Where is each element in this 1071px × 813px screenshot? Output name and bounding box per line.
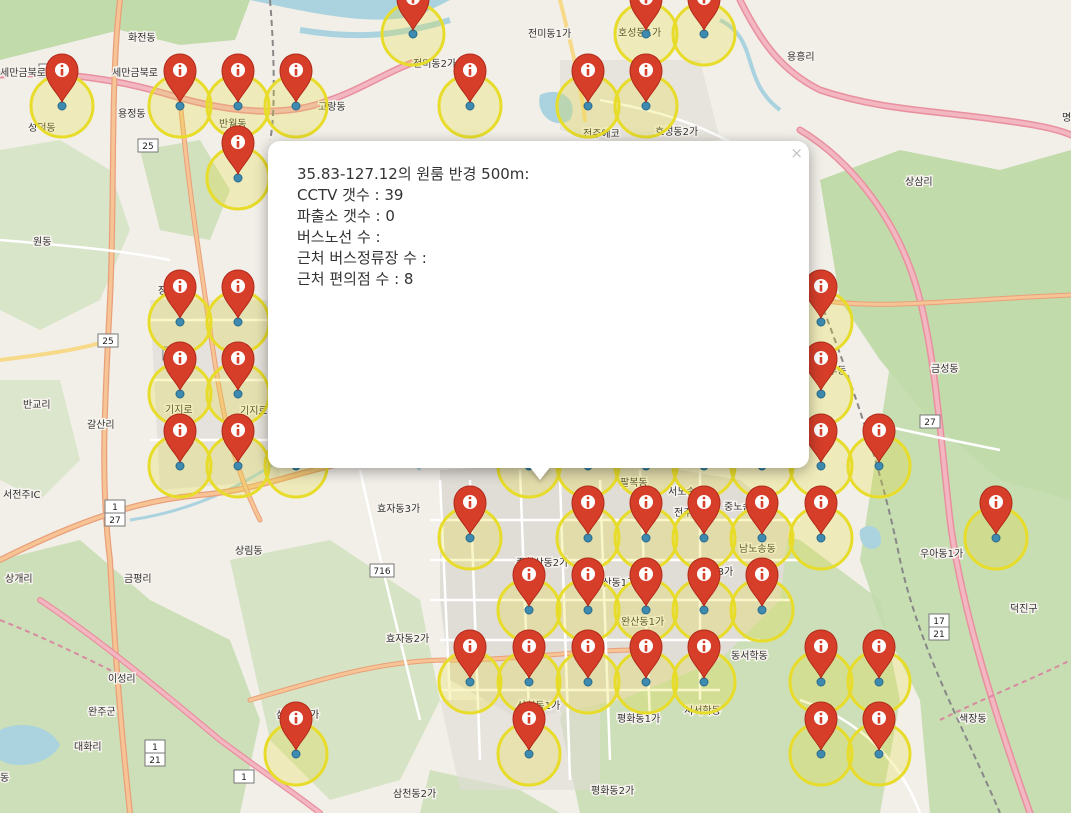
place-label: 상개리 <box>5 573 33 585</box>
place-label: 화전동 <box>128 32 156 44</box>
route-shield: 1 <box>104 499 126 514</box>
place-label: 명 <box>1062 112 1071 124</box>
svg-text:1: 1 <box>152 743 158 753</box>
place-label: 덕진구 <box>1010 603 1038 615</box>
place-label: 완주군 <box>88 706 116 718</box>
route-shield: 1 <box>233 769 255 784</box>
place-label: 상삼리 <box>905 176 933 188</box>
place-label: 동 <box>0 772 9 784</box>
place-label: 효자동3가 <box>377 503 420 515</box>
place-label: 우아동1가 <box>920 548 963 560</box>
place-label: 세만금북로 <box>112 67 158 79</box>
place-label: 서전주IC <box>3 489 41 501</box>
place-label: 삼천동2가 <box>393 788 436 800</box>
place-label: 효자동2가 <box>386 633 429 645</box>
route-shield: 25 <box>97 333 119 348</box>
popup-tip <box>529 466 551 480</box>
svg-text:17: 17 <box>933 617 944 627</box>
police-count: 파출소 갯수 : 0 <box>297 207 395 225</box>
route-shield: 25 <box>137 138 159 153</box>
svg-text:25: 25 <box>102 337 113 347</box>
place-label: 동서학동 <box>731 650 768 662</box>
svg-text:21: 21 <box>933 630 944 640</box>
route-shield: 21 <box>144 752 166 767</box>
place-label: 이성리 <box>108 673 136 685</box>
place-label: 갈산리 <box>87 418 115 431</box>
route-shield: 17 <box>928 613 950 628</box>
store-count: 근처 편의점 수 : 8 <box>297 270 414 288</box>
place-label: 금성동 <box>931 363 959 375</box>
place-label: 전미동1가 <box>528 28 571 40</box>
svg-text:27: 27 <box>109 516 120 526</box>
info-popup: × 35.83-127.12의 원룸 반경 500m: CCTV 갯수 : 39… <box>268 141 809 468</box>
popup-title: 35.83-127.12의 원룸 반경 500m: <box>297 165 530 183</box>
place-label: 용흥리 <box>787 50 815 63</box>
place-label: 금평리 <box>124 573 152 585</box>
place-label: 원동 <box>33 236 51 248</box>
route-shield: 21 <box>928 626 950 641</box>
svg-text:716: 716 <box>373 567 390 577</box>
place-label: 대화리 <box>74 741 102 753</box>
cctv-count: CCTV 갯수 : 39 <box>297 186 404 204</box>
place-label: 평화동1가 <box>617 713 660 725</box>
svg-text:25: 25 <box>142 142 153 152</box>
bus-stop-count: 근처 버스정류장 수 : <box>297 249 427 267</box>
route-shield: 27 <box>919 414 941 429</box>
place-label: 반교리 <box>23 399 51 411</box>
place-label: 상림동 <box>235 545 263 557</box>
popup-close-button[interactable]: × <box>790 143 803 163</box>
svg-text:1: 1 <box>241 773 247 783</box>
place-label: 용정동 <box>118 108 146 120</box>
place-label: 색장동 <box>959 713 987 725</box>
place-label: 세만금북로 <box>0 67 46 79</box>
route-shield: 1 <box>144 739 166 754</box>
svg-text:21: 21 <box>149 756 160 766</box>
route-shield: 27 <box>104 512 126 527</box>
route-shield: 716 <box>369 563 395 578</box>
bus-route-count: 버스노선 수 : <box>297 228 381 246</box>
svg-text:1: 1 <box>112 503 118 513</box>
place-label: 평화동2가 <box>591 785 634 797</box>
svg-text:27: 27 <box>924 418 935 428</box>
popup-content: 35.83-127.12의 원룸 반경 500m: CCTV 갯수 : 39 파… <box>297 164 529 290</box>
